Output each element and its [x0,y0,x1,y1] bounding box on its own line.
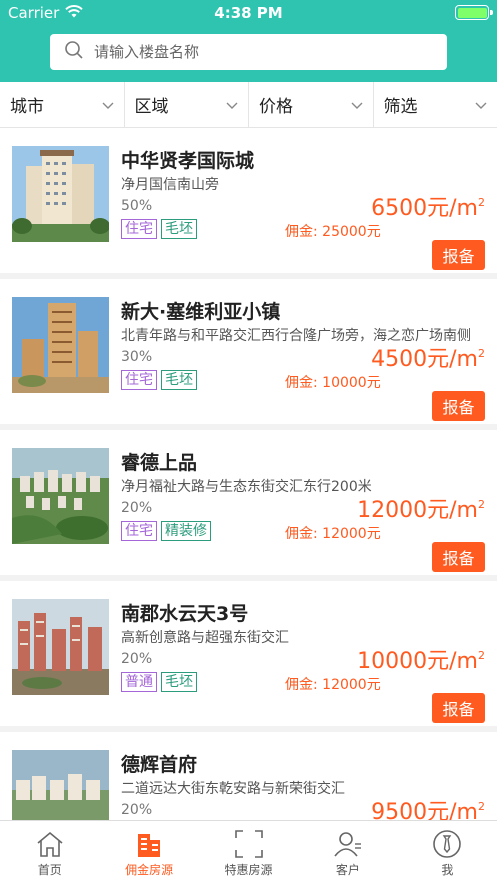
tag-type: 住宅 [121,521,157,541]
chevron-down-icon [102,95,114,115]
battery-icon [455,5,493,20]
tab-customers[interactable]: 客户 [298,821,397,883]
listing-commission: 佣金: 25000元 [285,224,381,240]
customer-icon [333,827,363,861]
listing-percent: 30% [121,349,153,365]
profile-tie-icon [432,827,462,861]
listing-commission: 佣金: 12000元 [285,677,381,693]
listing-percent: 20% [121,651,153,667]
filter-district[interactable]: 区域 [125,82,249,127]
chevron-down-icon [475,95,487,115]
price-value: 10000元/m [357,649,478,674]
report-button[interactable]: 报备 [432,693,485,723]
listing-photo [12,599,109,695]
price-value: 9500元/m [371,800,478,820]
filter-label: 价格 [259,97,293,117]
listing-tags: 住宅 毛坯 [121,370,197,390]
tab-label: 佣金房源 [125,863,174,877]
listing-list[interactable]: 中华贤孝国际城 净月国信南山旁 50% 住宅 毛坯 6500元/m2 佣金: 2… [0,128,497,820]
listing-photo [12,146,109,242]
listing-title: 中华贤孝国际城 [121,150,255,172]
filter-label: 区域 [134,97,169,117]
filter-label: 筛选 [383,97,418,117]
listing-price: 12000元/m2 [357,492,485,524]
price-value: 6500元/m [371,196,478,221]
listing-card[interactable]: 南郡水云天3号 高新创意路与超强东街交汇 20% 普通 毛坯 10000元/m2… [0,581,497,726]
price-value: 12000元/m [357,498,478,523]
listing-tags: 住宅 精装修 [121,521,211,541]
tag-type: 住宅 [121,219,157,239]
filter-bar: 城市 区域 价格 筛选 [0,82,497,128]
search-icon [64,40,84,64]
listing-title: 新大·塞维利亚小镇 [121,301,281,323]
filter-label: 城市 [10,97,44,117]
tag-finish: 精装修 [161,521,211,541]
tab-label: 客户 [335,863,360,877]
tab-special-offers[interactable]: 特惠房源 [199,821,298,883]
listing-card[interactable]: 新大·塞维利亚小镇 北青年路与和平路交汇西行合隆广场旁，海之恋广场南侧 30% … [0,279,497,424]
header: Carrier 4:38 PM [0,0,497,82]
home-icon [35,827,65,861]
filter-city[interactable]: 城市 [0,82,125,127]
tab-me[interactable]: 我 [398,821,497,883]
status-time: 4:38 PM [214,4,283,22]
app-screen: Carrier 4:38 PM 城市 区域 价格 [0,0,497,883]
status-bar: Carrier 4:38 PM [0,0,497,26]
listing-percent: 20% [121,500,153,516]
listing-commission: 佣金: 10000元 [285,375,381,391]
search-input[interactable] [94,43,414,61]
price-unit-sup: 2 [478,196,485,209]
listing-price: 6500元/m2 [371,190,485,222]
listing-percent: 50% [121,198,153,214]
price-unit-sup: 2 [478,800,485,813]
listing-title: 南郡水云天3号 [121,603,249,625]
report-button[interactable]: 报备 [432,542,485,572]
tab-label: 首页 [37,863,62,877]
listing-percent: 20% [121,802,153,818]
filter-more[interactable]: 筛选 [374,82,497,127]
tab-commission-listings[interactable]: 佣金房源 [99,821,198,883]
chevron-down-icon [351,95,363,115]
listing-photo [12,297,109,393]
tab-label: 特惠房源 [224,863,273,877]
price-unit-sup: 2 [478,649,485,662]
listing-tags: 普通 毛坯 [121,672,197,692]
listing-price: 4500元/m2 [371,341,485,373]
price-value: 4500元/m [371,347,478,372]
listing-commission: 佣金: 12000元 [285,526,381,542]
listing-card[interactable]: 中华贤孝国际城 净月国信南山旁 50% 住宅 毛坯 6500元/m2 佣金: 2… [0,128,497,273]
listing-price: 9500元/m2 [371,794,485,820]
price-unit-sup: 2 [478,498,485,511]
tag-finish: 毛坯 [161,370,197,390]
report-button[interactable]: 报备 [432,240,485,270]
listing-photo [12,448,109,544]
report-button[interactable]: 报备 [432,391,485,421]
tab-label: 我 [441,863,454,877]
listing-photo [12,750,109,820]
tag-type: 住宅 [121,370,157,390]
listing-card[interactable]: 睿德上品 净月福祉大路与生态东街交汇东行200米 20% 住宅 精装修 1200… [0,430,497,575]
scan-frame-icon [234,827,264,861]
tab-bar: 首页 佣金房源 特惠房源 客户 我 [0,820,497,883]
tag-finish: 毛坯 [161,672,197,692]
tab-home[interactable]: 首页 [0,821,99,883]
listing-price: 10000元/m2 [357,643,485,675]
filter-price[interactable]: 价格 [249,82,374,127]
chevron-down-icon [226,95,238,115]
listing-card[interactable]: 德辉首府 二道远达大街东乾安路与新荣街交汇 20% 9500元/m2 [0,732,497,820]
listing-title: 睿德上品 [121,452,198,474]
price-unit-sup: 2 [478,347,485,360]
buildings-icon [136,827,162,861]
tag-type: 普通 [121,672,157,692]
listing-title: 德辉首府 [121,754,198,776]
tag-finish: 毛坯 [161,219,197,239]
listing-tags: 住宅 毛坯 [121,219,197,239]
search-box[interactable] [50,34,447,70]
